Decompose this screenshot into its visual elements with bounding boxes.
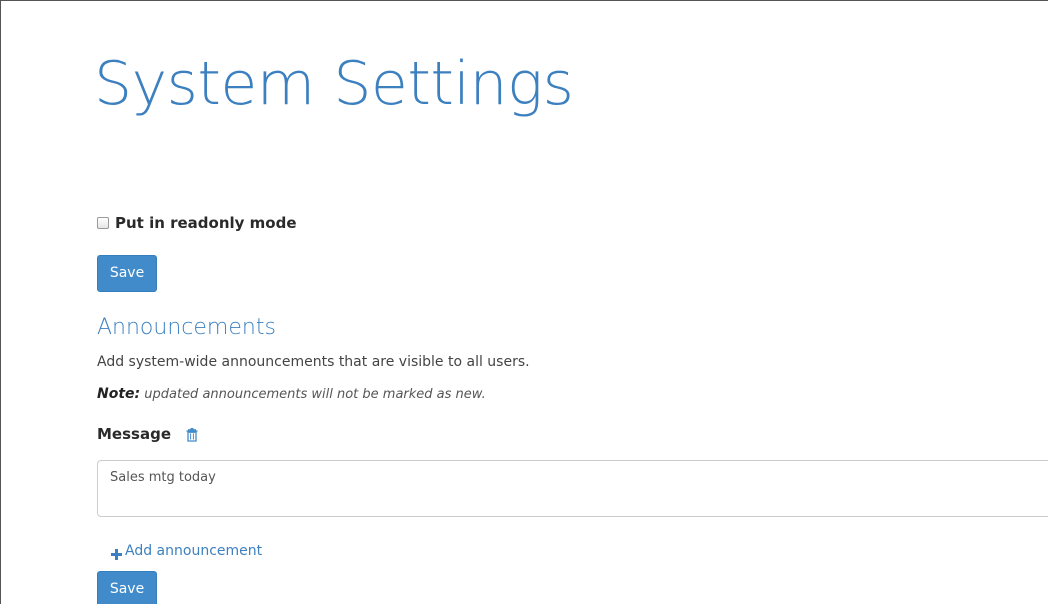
announcement-message-input[interactable]: Sales mtg today [97, 460, 1048, 517]
save-readonly-button[interactable]: Save [97, 255, 157, 292]
announcements-note: Note: updated announcements will not be … [97, 384, 486, 405]
window-border-top [0, 0, 1048, 1]
message-label-row: Message [97, 423, 199, 445]
window-border-left [0, 0, 1, 604]
trash-icon[interactable] [185, 427, 199, 442]
note-label: Note: [97, 386, 141, 402]
readonly-mode-row: Put in readonly mode [97, 212, 297, 234]
announcements-heading: Announcements [97, 315, 276, 340]
readonly-mode-checkbox[interactable] [97, 217, 109, 229]
readonly-mode-label[interactable]: Put in readonly mode [115, 214, 297, 232]
add-announcement-label: Add announcement [125, 543, 263, 559]
message-label: Message [97, 425, 171, 443]
add-announcement-link[interactable]: Add announcement [111, 541, 262, 561]
note-text: updated announcements will not be marked… [140, 387, 486, 402]
page-title: System Settings [94, 49, 574, 119]
announcements-description: Add system-wide announcements that are v… [97, 354, 530, 370]
plus-icon [111, 546, 122, 560]
save-announcements-button[interactable]: Save [97, 571, 157, 604]
